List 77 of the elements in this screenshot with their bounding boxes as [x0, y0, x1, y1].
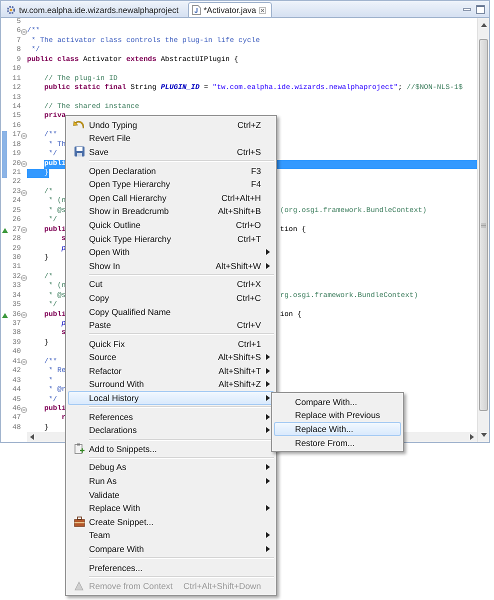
menu-item[interactable]: Replace With [68, 501, 274, 516]
shortcut-text: Ctrl+Alt+H [221, 192, 261, 203]
menu-item[interactable]: Show In Alt+Shift+W [68, 258, 274, 273]
triangle-icon [74, 581, 84, 592]
menu-item[interactable]: Create Snippet... [68, 515, 274, 529]
menu-item[interactable]: Quick Fix Ctrl+1 [68, 336, 274, 350]
shortcut-text: Ctrl+O [236, 220, 261, 230]
file-icon [192, 5, 201, 15]
maximize-icon[interactable] [476, 5, 485, 14]
menu-item[interactable]: Undo Typing Ctrl+Z [68, 118, 274, 132]
menu-item[interactable]: Local History [68, 391, 274, 405]
menu-item[interactable]: Debug As [68, 460, 274, 474]
menu-item[interactable]: Team [68, 528, 274, 542]
menu-item[interactable]: Run As [68, 474, 274, 488]
menu-item[interactable]: Paste Ctrl+V [68, 318, 274, 332]
menu-item[interactable]: Open Call Hierarchy Ctrl+Alt+H [68, 190, 274, 205]
menu-item[interactable]: Open With [68, 245, 274, 259]
menu-item[interactable]: Copy Qualified Name [68, 304, 274, 318]
fold-toggle-icon[interactable] [21, 190, 27, 196]
menu-item[interactable]: Save Ctrl+S [68, 145, 274, 159]
fold-toggle-icon[interactable] [21, 132, 27, 139]
shortcut-text: Alt+Shift+W [216, 260, 261, 271]
shortcut-text: Alt+Shift+B [218, 206, 261, 216]
fold-toggle-icon[interactable] [21, 227, 27, 234]
menu-item[interactable]: Copy Ctrl+C [68, 291, 274, 305]
menu-item[interactable]: Replace With... [274, 422, 401, 436]
shortcut-text: Ctrl+S [236, 146, 261, 157]
fold-toggle-icon[interactable] [21, 274, 27, 281]
scroll-left-icon[interactable] [30, 434, 34, 440]
menu-item[interactable]: References [68, 410, 274, 424]
scroll-up-icon[interactable] [480, 21, 486, 29]
menu-item[interactable]: Revert File [68, 132, 274, 146]
menu-item[interactable]: Compare With... [274, 395, 401, 409]
fold-toggle-icon[interactable] [21, 161, 27, 168]
menu-item[interactable]: Restore From... [274, 436, 401, 450]
shortcut-text: Ctrl+T [237, 234, 261, 244]
menu-item[interactable]: Declarations [68, 423, 274, 438]
editor-tab[interactable]: tw.com.ealpha.ide.wizards.newalphaproject [2, 2, 185, 17]
gear-icon [6, 5, 16, 15]
menu-item[interactable]: Validate [68, 488, 274, 502]
menu-item[interactable]: Open Type Hierarchy F4 [68, 177, 274, 191]
shortcut-text: Alt+Shift+Z [218, 379, 261, 390]
shortcut-text: Ctrl+1 [238, 338, 261, 349]
shortcut-text: Alt+Shift+T [218, 366, 261, 376]
menu-item[interactable]: Replace with Previous [274, 408, 401, 422]
editor-tab[interactable]: *Activator.java [188, 2, 272, 17]
menu-item[interactable]: Source Alt+Shift+S [68, 350, 274, 364]
fold-toggle-icon[interactable] [21, 359, 27, 366]
menu-item[interactable]: Quick Type Hierarchy Ctrl+T [68, 232, 274, 246]
fold-toggle-icon[interactable] [21, 29, 27, 36]
shortcut-text: Ctrl+X [236, 279, 261, 290]
grip-icon [481, 222, 486, 228]
shortcut-text: Ctrl+Alt+Shift+Down [183, 581, 261, 592]
menu-item[interactable]: Refactor Alt+Shift+T [68, 364, 274, 378]
fold-toggle-icon[interactable] [21, 406, 27, 413]
close-icon[interactable] [259, 6, 266, 14]
menu-item[interactable]: Show in Breadcrumb Alt+Shift+B [68, 204, 274, 218]
scrollbar-thumb[interactable] [479, 39, 488, 411]
shortcut-text: Ctrl+Z [237, 120, 261, 130]
scroll-down-icon[interactable] [480, 431, 486, 439]
scroll-right-icon[interactable] [470, 434, 474, 440]
fold-toggle-icon[interactable] [21, 312, 27, 318]
minimize-icon[interactable] [463, 6, 471, 14]
shortcut-text: F4 [250, 179, 261, 190]
menu-item[interactable]: Add to Snippets... [68, 442, 274, 456]
clipboard-icon [74, 443, 84, 454]
menu-item[interactable]: Surround With Alt+Shift+Z [68, 378, 274, 392]
menu-item[interactable]: Quick Outline Ctrl+O [68, 218, 274, 232]
vertical-scrollbar[interactable] [477, 18, 489, 442]
shortcut-text: Ctrl+C [236, 292, 261, 303]
toolbox-icon [74, 516, 84, 528]
shortcut-text: Alt+Shift+S [218, 352, 261, 362]
shortcut-text: Ctrl+V [236, 320, 261, 330]
menu-item[interactable]: Preferences... [68, 560, 274, 574]
menu-item[interactable]: Compare With [68, 542, 274, 556]
undo-arrow-icon [73, 119, 85, 130]
menu-item[interactable]: Cut Ctrl+X [68, 278, 274, 292]
